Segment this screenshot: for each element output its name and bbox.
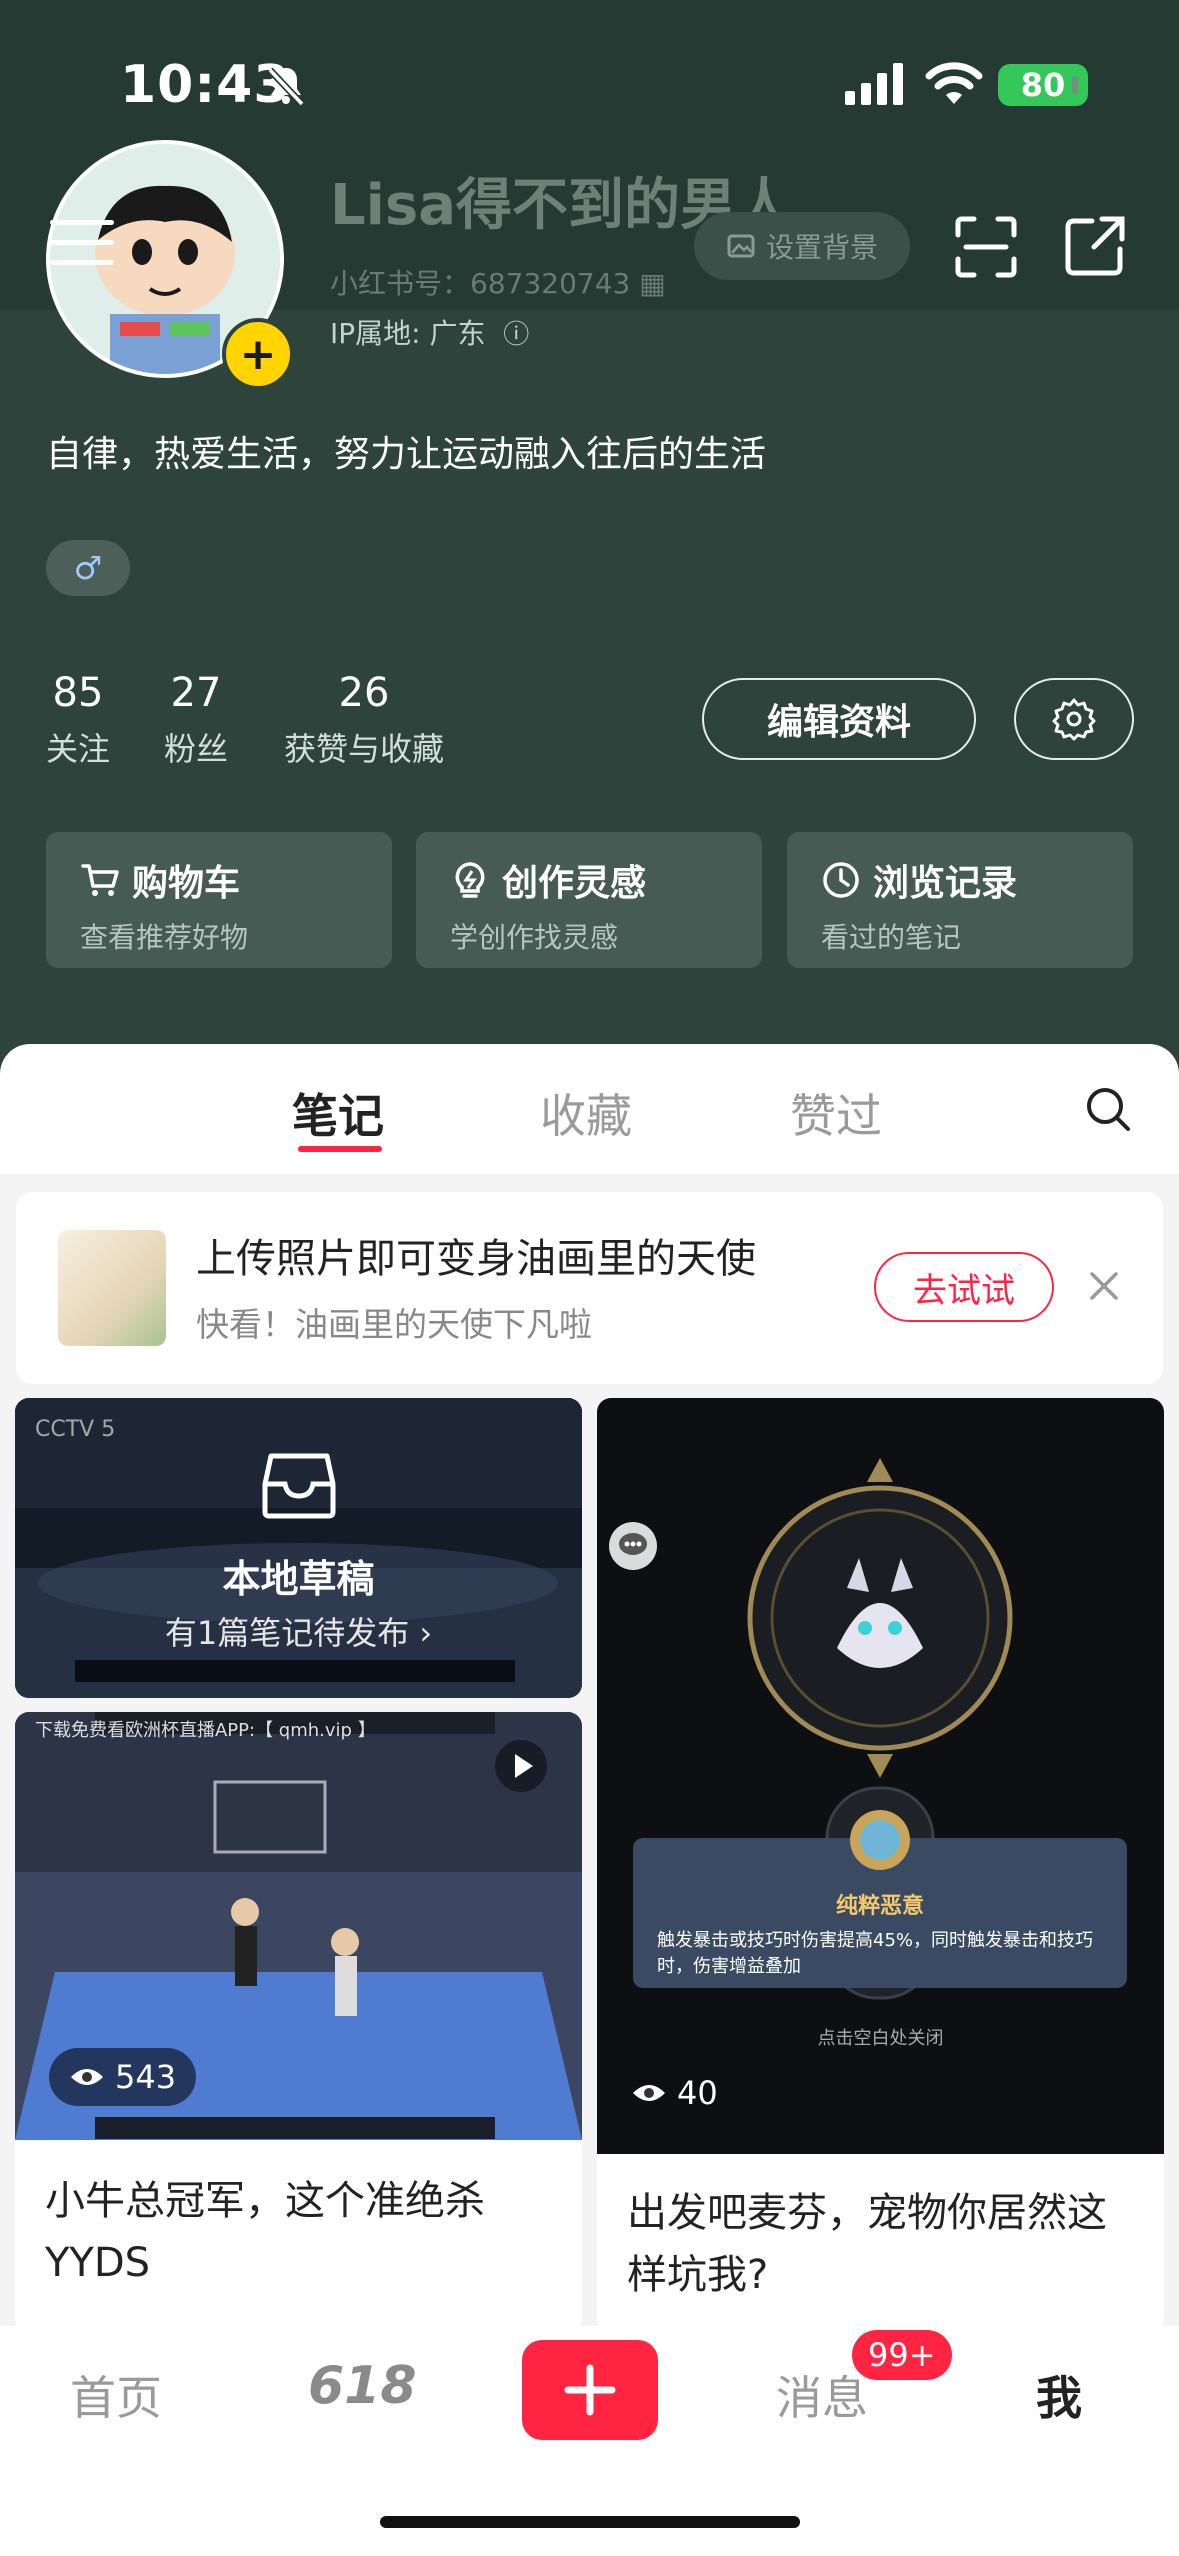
- draft-title: 本地草稿: [222, 1557, 375, 1601]
- signal-icon: [845, 63, 903, 105]
- tab-liked[interactable]: 赞过: [790, 1080, 882, 1146]
- qr-code-icon: ▦: [639, 267, 666, 300]
- messages-badge: 99+: [852, 2330, 952, 2380]
- note-title: 小牛总冠军，这个准绝杀YYDS: [45, 2178, 485, 2286]
- nav-home[interactable]: 首页: [70, 2362, 162, 2428]
- bulb-icon: [455, 862, 485, 898]
- gender-badge: ♂: [46, 540, 130, 596]
- view-count: 543: [49, 2048, 197, 2106]
- edit-profile-button[interactable]: 编辑资料: [702, 678, 976, 760]
- view-count-value: 40: [677, 2074, 718, 2112]
- plus-icon: [564, 2364, 616, 2416]
- battery-level: 80: [1020, 66, 1066, 104]
- bio: 自律，热爱生活，努力让运动融入往后的生活: [46, 434, 767, 475]
- comment-bubble-icon: [609, 1522, 657, 1570]
- shortcut-title: 购物车: [132, 863, 241, 904]
- avatar-add-button[interactable]: +: [222, 318, 294, 390]
- game-skill-desc: 触发暴击或技巧时伤害提高45%，同时触发暴击和技巧时，伤害增益叠加: [657, 1930, 1094, 1977]
- search-icon[interactable]: [1084, 1085, 1132, 1133]
- info-icon[interactable]: ⓘ: [503, 320, 529, 350]
- note-card[interactable]: 纯粹恶意 触发暴击或技巧时伤害提高45%，同时触发暴击和技巧时，伤害增益叠加 点…: [597, 1398, 1164, 2332]
- menu-icon[interactable]: [50, 220, 114, 270]
- tab-notes[interactable]: 笔记: [292, 1080, 384, 1146]
- nav-618[interactable]: 618: [308, 2356, 417, 2416]
- stat-label: 获赞与收藏: [284, 730, 445, 768]
- view-count-value: 543: [115, 2058, 177, 2096]
- cart-icon: [81, 864, 119, 896]
- battery-tip: [1072, 76, 1078, 94]
- shortcut-cart[interactable]: 购物车 查看推荐好物: [46, 832, 392, 968]
- ip-location-text: IP属地: 广东: [330, 317, 486, 350]
- tab-collections[interactable]: 收藏: [540, 1080, 632, 1146]
- settings-button[interactable]: [1014, 678, 1134, 760]
- ip-location: IP属地: 广东 ⓘ: [330, 312, 529, 352]
- eye-icon: [71, 2069, 103, 2085]
- shortcut-subtitle: 看过的笔记: [821, 921, 962, 954]
- stat-following[interactable]: 85 关注: [46, 670, 110, 770]
- stat-label: 关注: [46, 730, 111, 768]
- share-icon[interactable]: [1064, 215, 1126, 277]
- stat-followers[interactable]: 27 粉丝: [164, 670, 228, 770]
- promo-title: 上传照片即可变身油画里的天使: [196, 1236, 756, 1282]
- video-overlay-text: 下载免费看欧洲杯直播APP:【 qmh.vip 】: [35, 1720, 376, 1741]
- note-card[interactable]: 下载免费看欧洲杯直播APP:【 qmh.vip 】 543 小牛总冠军，这个准绝…: [15, 1712, 582, 2332]
- stat-value: 27: [170, 670, 222, 716]
- view-count: 40: [631, 2064, 718, 2122]
- promo-try-button[interactable]: 去试试: [874, 1252, 1054, 1322]
- publish-button[interactable]: [522, 2340, 658, 2440]
- set-background-label: 设置背景: [765, 231, 878, 264]
- eye-icon: [633, 2085, 665, 2101]
- clock-icon: [823, 862, 859, 898]
- draft-subtitle: 有1篇笔记待发布 ›: [164, 1614, 433, 1652]
- close-icon[interactable]: [1084, 1266, 1124, 1306]
- bell-muted-icon: [267, 67, 305, 107]
- shortcut-inspiration[interactable]: 创作灵感 学创作找灵感: [416, 832, 762, 968]
- shortcut-subtitle: 学创作找灵感: [450, 921, 619, 954]
- shortcut-history[interactable]: 浏览记录 看过的笔记: [787, 832, 1133, 968]
- image-icon: [727, 234, 755, 258]
- promo-thumbnail: [58, 1230, 166, 1346]
- local-draft-card[interactable]: CCTV 5 本地草稿 有1篇笔记待发布 ›: [15, 1398, 582, 1698]
- shortcut-subtitle: 查看推荐好物: [80, 921, 249, 954]
- note-title: 出发吧麦芬，宠物你居然这样坑我?: [627, 2190, 1107, 2298]
- wifi-icon: [925, 62, 983, 104]
- stat-value: 26: [338, 670, 390, 716]
- nav-me[interactable]: 我: [1036, 2362, 1082, 2428]
- tab-active-indicator: [298, 1146, 382, 1152]
- scan-icon[interactable]: [954, 215, 1018, 279]
- stat-likes[interactable]: 26 获赞与收藏: [284, 670, 444, 770]
- gear-icon: [1052, 698, 1096, 741]
- red-id[interactable]: 小红书号：687320743 ▦: [330, 262, 666, 302]
- shortcut-title: 创作灵感: [502, 863, 647, 904]
- set-background-button[interactable]: 设置背景: [694, 212, 910, 280]
- play-icon: [495, 1740, 547, 1792]
- draft-box-icon: [262, 1453, 336, 1519]
- promo-subtitle: 快看！油画里的天使下凡啦: [196, 1305, 592, 1344]
- game-close-hint: 点击空白处关闭: [817, 2028, 944, 2049]
- red-id-text: 小红书号：687320743: [330, 267, 631, 300]
- shortcut-title: 浏览记录: [873, 863, 1018, 904]
- male-icon: ♂: [73, 549, 103, 587]
- nav-messages[interactable]: 消息: [776, 2362, 868, 2428]
- stat-value: 85: [52, 670, 104, 716]
- game-skill-name: 纯粹恶意: [835, 1894, 924, 1919]
- stat-label: 粉丝: [164, 730, 229, 768]
- home-indicator[interactable]: [380, 2516, 800, 2528]
